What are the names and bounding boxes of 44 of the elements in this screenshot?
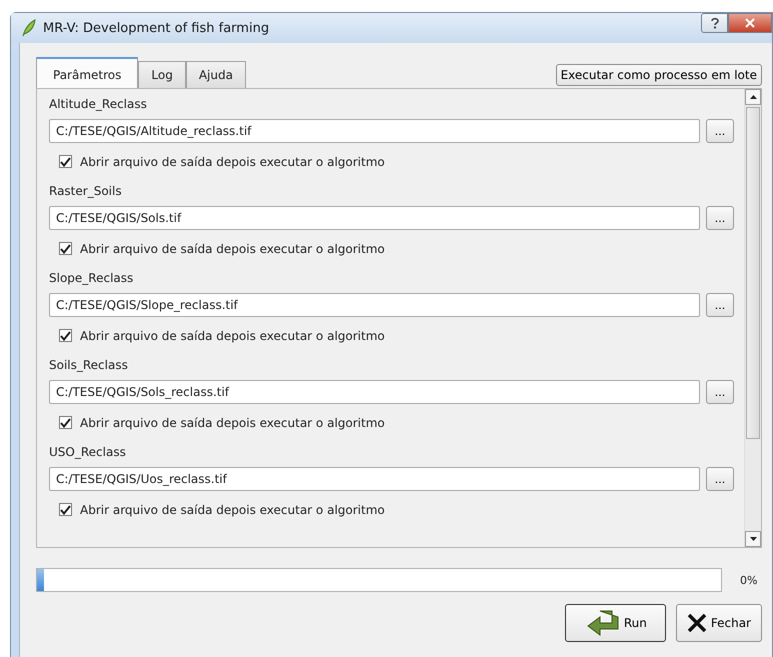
checkbox-label: Abrir arquivo de saída depois executar o algoritmo bbox=[80, 154, 385, 168]
browse-button[interactable]: ... bbox=[706, 293, 734, 317]
file-path-field[interactable]: C:/TESE/QGIS/Altitude_reclass.tif bbox=[49, 119, 700, 143]
progress-reading: 0% bbox=[740, 574, 758, 586]
checkbox-label: Abrir arquivo de saída depois executar o algoritmo bbox=[80, 502, 385, 516]
parameter-label: Raster_Soils bbox=[49, 183, 123, 200]
help-button[interactable] bbox=[701, 13, 728, 33]
parameter-label: Soils_Reclass bbox=[49, 357, 129, 374]
checkbox-label: Abrir arquivo de saída depois executar o algoritmo bbox=[80, 242, 385, 256]
browse-button[interactable]: ... bbox=[706, 119, 734, 143]
checkbox-label: Abrir arquivo de saída depois executar o algoritmo bbox=[80, 416, 385, 430]
parameter-label: USO_Reclass bbox=[49, 444, 127, 461]
arrow-icon bbox=[586, 609, 620, 637]
file-path-field[interactable]: C:/TESE/QGIS/Slope_reclass.tif bbox=[49, 293, 700, 317]
parameter-label: Slope_Reclass bbox=[49, 270, 134, 287]
help-icon bbox=[710, 17, 720, 29]
tab[interactable]: Log bbox=[138, 61, 186, 88]
close-icon bbox=[686, 613, 707, 633]
leaf-icon bbox=[21, 19, 37, 37]
browse-button[interactable]: ... bbox=[706, 206, 734, 230]
scroll-down-icon[interactable] bbox=[745, 531, 761, 547]
close-dialog-button[interactable]: Fechar bbox=[676, 604, 762, 642]
file-path-field[interactable]: C:/TESE/QGIS/Uos_reclass.tif bbox=[49, 467, 700, 491]
close-button[interactable] bbox=[728, 13, 772, 33]
close-icon bbox=[745, 18, 755, 28]
scroll-thumb[interactable] bbox=[746, 107, 760, 439]
tab[interactable]: Parâmetros bbox=[36, 57, 138, 88]
tab[interactable]: Ajuda bbox=[186, 61, 246, 88]
run-button[interactable]: Run bbox=[564, 604, 666, 642]
checkbox[interactable] bbox=[59, 503, 72, 516]
scroll-up-icon[interactable] bbox=[745, 89, 761, 105]
scrollbar[interactable] bbox=[744, 89, 761, 547]
checkbox[interactable] bbox=[59, 329, 72, 342]
file-path-field[interactable]: C:/TESE/QGIS/Sols_reclass.tif bbox=[49, 380, 700, 404]
parameter-label: Altitude_Reclass bbox=[49, 96, 148, 113]
browse-button[interactable]: ... bbox=[706, 467, 734, 491]
checkbox[interactable] bbox=[59, 416, 72, 429]
checkbox[interactable] bbox=[59, 242, 72, 255]
checkbox[interactable] bbox=[59, 155, 72, 168]
batch-process-button[interactable]: Executar como processo em lote bbox=[556, 64, 762, 86]
browse-button[interactable]: ... bbox=[706, 380, 734, 404]
checkbox-label: Abrir arquivo de saída depois executar o algoritmo bbox=[80, 328, 385, 342]
window-title: MR-V: Development of fish farming bbox=[43, 20, 270, 36]
file-path-field[interactable]: C:/TESE/QGIS/Sols.tif bbox=[49, 206, 700, 230]
